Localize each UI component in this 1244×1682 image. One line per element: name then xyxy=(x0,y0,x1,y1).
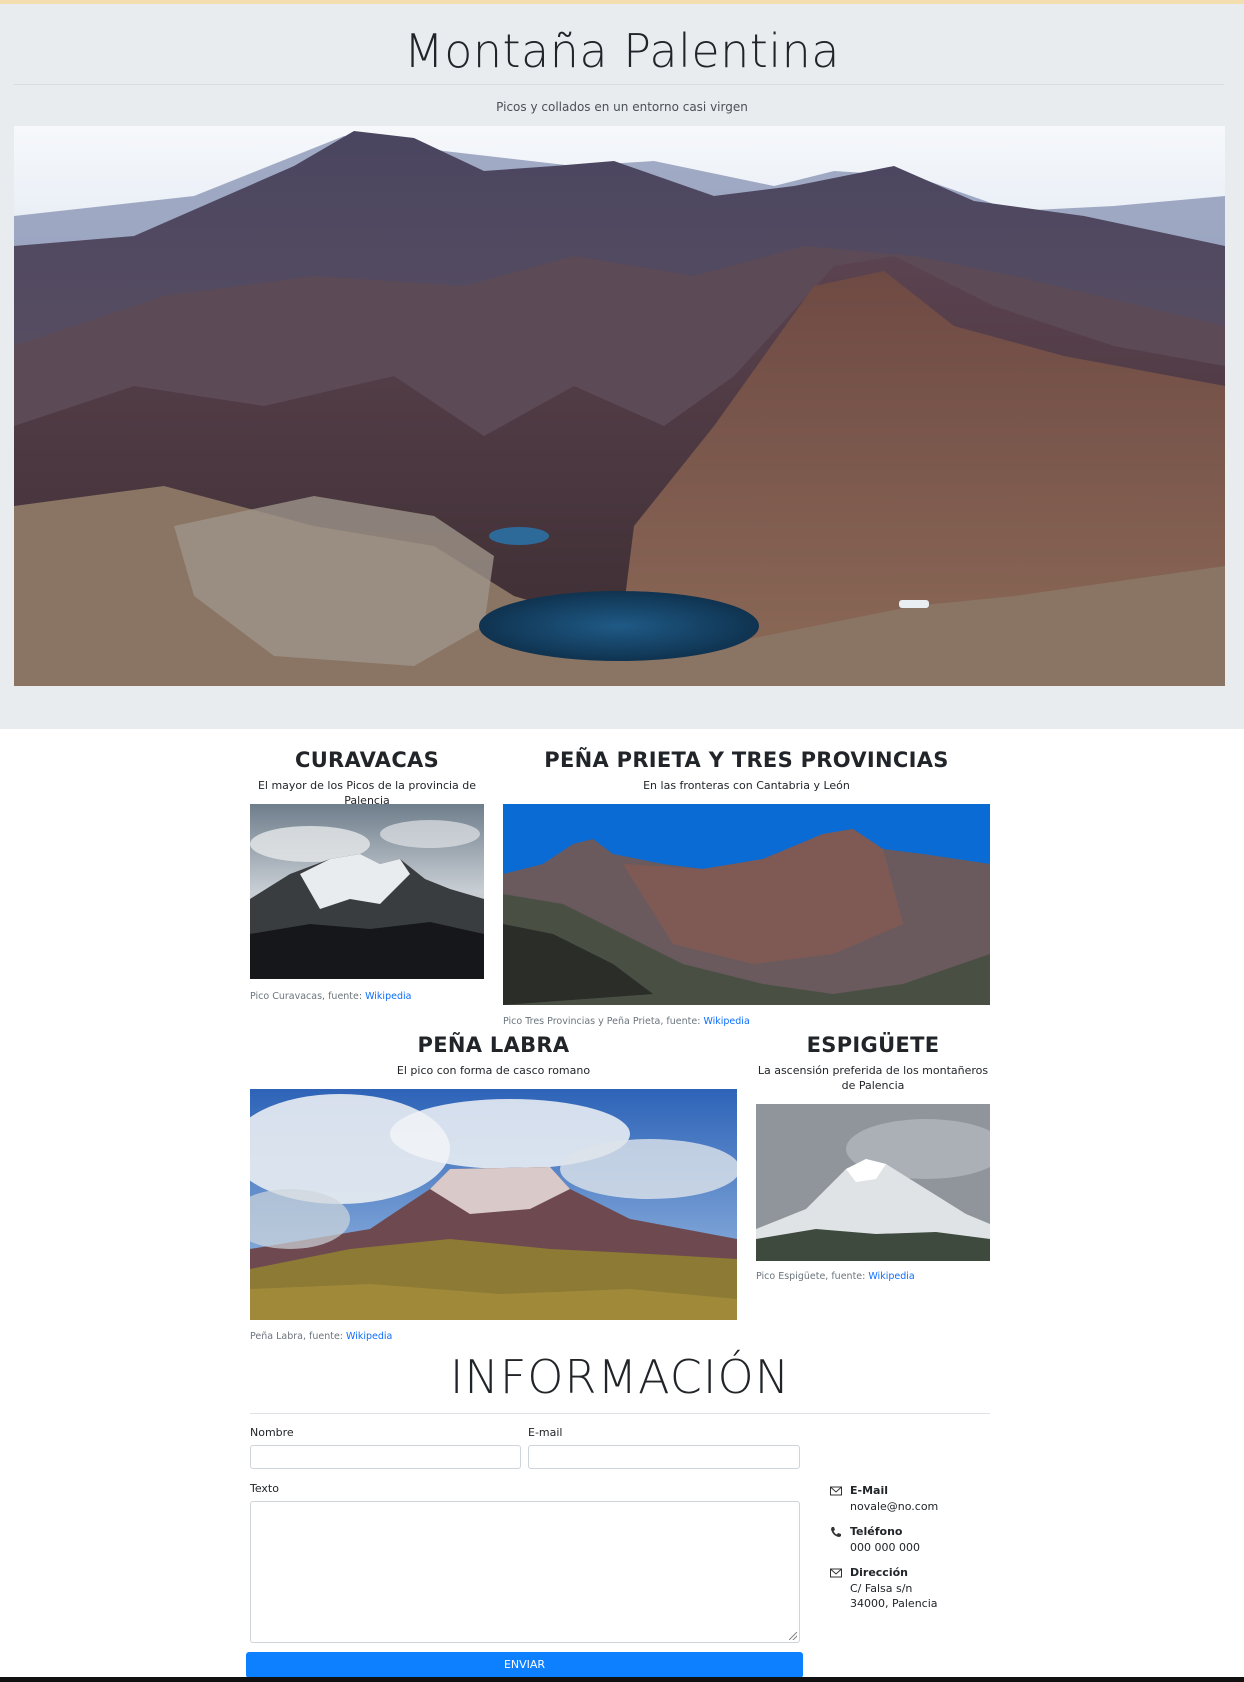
name-field[interactable] xyxy=(250,1445,521,1469)
divider xyxy=(250,1413,990,1414)
hero-mountain-image xyxy=(14,126,1225,686)
contact-phone-value: 000 000 000 xyxy=(850,1541,920,1554)
email-label: E-mail xyxy=(528,1426,563,1439)
wikipedia-link[interactable]: Wikipedia xyxy=(346,1331,392,1342)
card-pena-prieta: PEÑA PRIETA Y TRES PROVINCIAS En las fro… xyxy=(503,748,990,1027)
card-lead: El pico con forma de casco romano xyxy=(396,1064,591,1077)
curavacas-image xyxy=(250,804,484,979)
image-caption: Pico Espigüete, fuente: Wikipedia xyxy=(756,1271,915,1282)
card-title: CURAVACAS xyxy=(294,748,440,772)
message-textarea[interactable] xyxy=(250,1501,800,1643)
phone-icon xyxy=(831,1527,841,1537)
send-button[interactable]: ENVIAR xyxy=(246,1652,803,1678)
pena-labra-image xyxy=(250,1089,737,1320)
card-title: PEÑA LABRA xyxy=(417,1033,570,1057)
section-title-info: INFORMACIÓN xyxy=(449,1350,791,1404)
image-caption: Pico Curavacas, fuente: Wikipedia xyxy=(250,991,412,1002)
card-espiguete: ESPIGÜETE La ascensión preferida de los … xyxy=(756,1033,990,1282)
contact-address-title: Dirección xyxy=(850,1566,908,1579)
pena-prieta-image xyxy=(503,804,990,1005)
contact-phone-title: Teléfono xyxy=(850,1525,903,1538)
page-subtitle: Picos y collados en un entorno casi virg… xyxy=(496,100,748,114)
contact-email-title: E-Mail xyxy=(850,1484,888,1497)
name-label: Nombre xyxy=(250,1426,294,1439)
envelope-icon xyxy=(830,1486,842,1496)
card-curavacas: CURAVACAS El mayor de los Picos de la pr… xyxy=(250,748,484,1002)
image-caption: Pico Tres Provincias y Peña Prieta, fuen… xyxy=(503,1016,750,1027)
wikipedia-link[interactable]: Wikipedia xyxy=(868,1271,914,1282)
card-title: PEÑA PRIETA Y TRES PROVINCIAS xyxy=(544,748,949,772)
wikipedia-link[interactable]: Wikipedia xyxy=(703,1016,749,1027)
image-caption: Peña Labra, fuente: Wikipedia xyxy=(250,1331,393,1342)
contact-address-line2: 34000, Palencia xyxy=(850,1597,938,1610)
wikipedia-link[interactable]: Wikipedia xyxy=(365,991,411,1002)
envelope-icon xyxy=(830,1568,842,1578)
jumbotron: Montaña Palentina Picos y collados en un… xyxy=(0,4,1244,729)
card-title: ESPIGÜETE xyxy=(806,1033,940,1057)
resize-handle[interactable] xyxy=(789,1632,797,1640)
contact-address-line1: C/ Falsa s/n xyxy=(850,1582,913,1595)
card-pena-labra: PEÑA LABRA El pico con forma de casco ro… xyxy=(250,1033,737,1342)
contact-email-value: novale@no.com xyxy=(850,1500,939,1513)
card-lead: En las fronteras con Cantabria y León xyxy=(643,779,850,792)
bottom-bar xyxy=(0,1677,1244,1682)
page-title: Montaña Palentina xyxy=(404,24,840,78)
divider xyxy=(14,84,1224,85)
card-lead: La ascensión preferida de los montañeros… xyxy=(757,1064,989,1092)
text-label: Texto xyxy=(250,1482,279,1495)
espiguete-image xyxy=(756,1104,990,1261)
email-field[interactable] xyxy=(528,1445,800,1469)
